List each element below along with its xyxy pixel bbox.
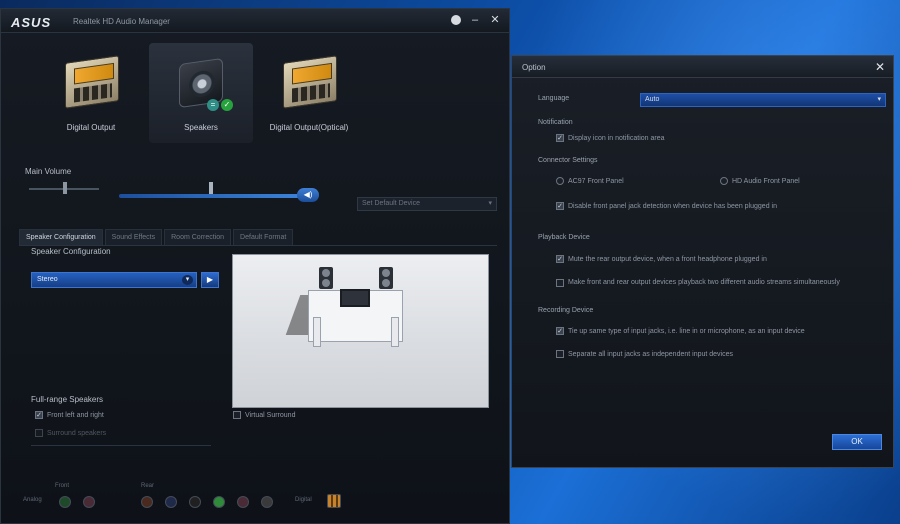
set-default-label: Set Default Device xyxy=(362,200,420,207)
title-bar[interactable]: ASUS Realtek HD Audio Manager – ✕ xyxy=(1,9,509,33)
chevron-down-icon: ▾ xyxy=(182,275,193,285)
connector-heading: Connector Settings xyxy=(538,157,598,164)
ac97-radio[interactable] xyxy=(556,177,564,185)
front-jack-green[interactable] xyxy=(59,496,71,508)
info-icon[interactable] xyxy=(451,15,461,25)
device-label: Digital Output xyxy=(66,123,116,132)
asus-logo: ASUS xyxy=(11,15,52,30)
surround-checkbox[interactable] xyxy=(35,429,43,437)
ok-button[interactable]: OK xyxy=(832,434,882,450)
speaker-config-label: Speaker Configuration xyxy=(31,247,111,256)
front-lr-checkbox-row[interactable]: ✓ Front left and right xyxy=(35,411,104,419)
disable-jack-detection-checkbox[interactable]: ✓ xyxy=(556,202,564,210)
status-icon: = xyxy=(207,99,219,111)
surround-checkbox-row[interactable]: Surround speakers xyxy=(35,429,106,437)
rear-jack-green[interactable] xyxy=(213,496,225,508)
playback-option2-checkbox[interactable] xyxy=(556,279,564,287)
chevron-down-icon: ▾ xyxy=(877,96,881,103)
recording-heading: Recording Device xyxy=(538,307,594,314)
hd-audio-radio-row[interactable]: HD Audio Front Panel xyxy=(720,177,800,185)
tab-speaker-configuration[interactable]: Speaker Configuration xyxy=(19,229,103,245)
language-value: Auto xyxy=(645,96,660,103)
volume-slider-track[interactable] xyxy=(119,194,299,198)
checkmark-icon: ✓ xyxy=(221,99,233,111)
balance-slider-thumb[interactable] xyxy=(63,182,67,194)
speaker-icon: = ✓ xyxy=(171,55,233,115)
rear-jack-blue[interactable] xyxy=(165,496,177,508)
disable-jack-detection-label: Disable front panel jack detection when … xyxy=(568,202,777,210)
rear-jack-orange[interactable] xyxy=(141,496,153,508)
ac97-label: AC97 Front Panel xyxy=(568,177,624,185)
main-volume-label: Main Volume xyxy=(25,167,72,176)
front-lr-label: Front left and right xyxy=(47,411,104,419)
tab-room-correction[interactable]: Room Correction xyxy=(164,229,232,245)
notification-heading: Notification xyxy=(538,119,573,126)
audio-manager-window: ASUS Realtek HD Audio Manager – ✕ Digita… xyxy=(0,8,510,524)
ac97-radio-row[interactable]: AC97 Front Panel xyxy=(556,177,624,185)
recording-option2-checkbox[interactable] xyxy=(556,350,564,358)
right-speaker-icon[interactable] xyxy=(379,267,393,289)
close-icon[interactable]: ✕ xyxy=(875,60,885,74)
playback-option1-row[interactable]: ✓ Mute the rear output device, when a fr… xyxy=(556,255,767,263)
left-speaker-icon[interactable] xyxy=(319,267,333,289)
notification-checkbox[interactable]: ✓ xyxy=(556,134,564,142)
virtual-surround-label: Virtual Surround xyxy=(245,411,296,419)
mixer-icon xyxy=(279,55,339,115)
playback-option2-label: Make front and rear output devices playb… xyxy=(568,279,840,286)
virtual-surround-checkbox-row[interactable]: Virtual Surround xyxy=(233,411,295,419)
option-dialog: Option ✕ Language Auto ▾ Notification ✓ … xyxy=(511,55,894,468)
language-select[interactable]: Auto ▾ xyxy=(640,93,886,107)
option-title: Option xyxy=(522,63,546,72)
language-label: Language xyxy=(538,95,570,102)
play-button[interactable]: ▶ xyxy=(201,272,219,288)
device-digital-optical[interactable]: Digital Output(Optical) xyxy=(257,43,361,143)
rear-jack-pink[interactable] xyxy=(237,496,249,508)
recording-option2-label: Separate all input jacks as independent … xyxy=(568,350,733,358)
speaker-config-select[interactable]: Stereo ▾ xyxy=(31,272,197,288)
mute-button[interactable]: ◀) xyxy=(297,188,319,202)
close-icon[interactable]: ✕ xyxy=(489,14,501,26)
front-lr-checkbox[interactable]: ✓ xyxy=(35,411,43,419)
chevron-down-icon: ▾ xyxy=(488,200,492,207)
rear-jack-gray[interactable] xyxy=(261,496,273,508)
notification-label: Display icon in notification area xyxy=(568,134,665,142)
minimize-button[interactable]: – xyxy=(469,14,481,26)
option-title-bar[interactable]: Option ✕ xyxy=(512,56,893,78)
analog-label: Analog xyxy=(23,497,42,503)
playback-option1-checkbox[interactable]: ✓ xyxy=(556,255,564,263)
device-label: Digital Output(Optical) xyxy=(269,123,349,132)
recording-option2-row[interactable]: Separate all input jacks as independent … xyxy=(556,350,733,358)
rear-label: Rear xyxy=(141,483,155,489)
digital-label: Digital xyxy=(295,497,312,503)
set-default-device-select[interactable]: Set Default Device ▾ xyxy=(357,197,497,211)
monitor-illustration xyxy=(340,289,370,307)
front-jack-pink[interactable] xyxy=(83,496,95,508)
speaker-config-value: Stereo xyxy=(37,276,58,283)
playback-option2-row[interactable]: Make front and rear output devices playb… xyxy=(556,279,848,287)
device-label: Speakers xyxy=(184,123,218,132)
hd-audio-label: HD Audio Front Panel xyxy=(732,177,800,185)
window-title: Realtek HD Audio Manager xyxy=(73,17,170,26)
surround-label: Surround speakers xyxy=(47,429,107,437)
hd-audio-radio[interactable] xyxy=(720,177,728,185)
playback-heading: Playback Device xyxy=(538,234,590,241)
volume-slider-thumb[interactable] xyxy=(209,182,213,194)
recording-option1-label: Tie up same type of input jacks, i.e. li… xyxy=(568,327,805,335)
device-speakers[interactable]: = ✓ Speakers xyxy=(149,43,253,143)
recording-option1-row[interactable]: ✓ Tie up same type of input jacks, i.e. … xyxy=(556,327,805,335)
playback-option1-label: Mute the rear output device, when a fron… xyxy=(568,255,767,263)
device-digital-output[interactable]: Digital Output xyxy=(39,43,143,143)
notification-checkbox-row[interactable]: ✓ Display icon in notification area xyxy=(556,134,665,142)
mixer-icon xyxy=(61,55,121,115)
recording-option1-checkbox[interactable]: ✓ xyxy=(556,327,564,335)
tab-default-format[interactable]: Default Format xyxy=(233,229,294,245)
speaker-preview xyxy=(232,254,489,408)
full-range-label: Full-range Speakers xyxy=(31,395,104,404)
front-label: Front xyxy=(55,483,70,489)
optical-output-icon[interactable] xyxy=(327,494,341,508)
virtual-surround-checkbox[interactable] xyxy=(233,411,241,419)
disable-jack-detection-row[interactable]: ✓ Disable front panel jack detection whe… xyxy=(556,202,777,210)
rear-jack-black[interactable] xyxy=(189,496,201,508)
tab-sound-effects[interactable]: Sound Effects xyxy=(104,229,163,245)
